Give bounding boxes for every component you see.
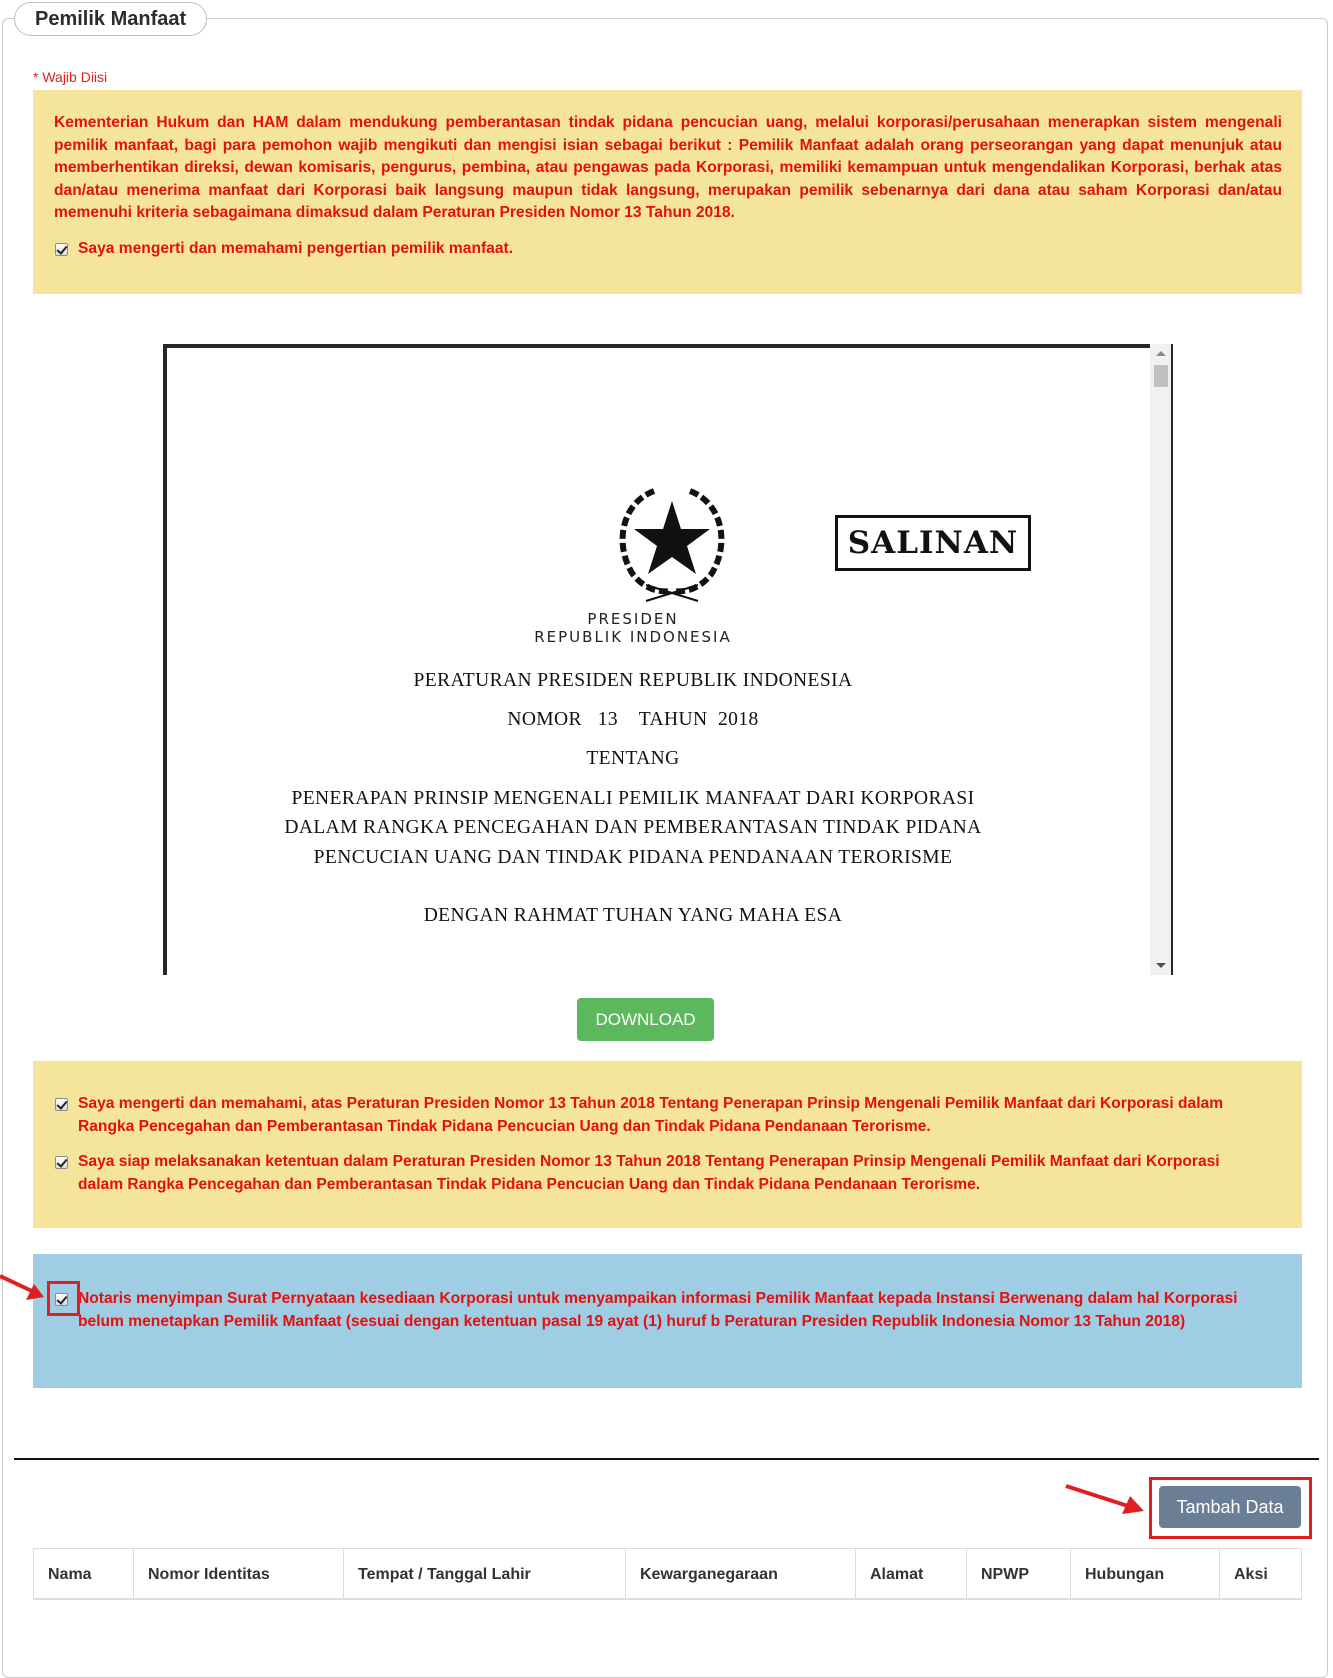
checkbox-arrow-icon <box>0 1274 44 1300</box>
doc-header: PRESIDEN REPUBLIK INDONESIA <box>167 610 1169 646</box>
doc-number: NOMOR 13 TAHUN 2018 <box>507 709 759 730</box>
column-header-npwp: NPWP <box>966 1549 1070 1598</box>
understand-definition-row[interactable]: Saya mengerti dan memahami pengertian pe… <box>54 238 1282 261</box>
ready-implement-checkbox[interactable] <box>55 1156 68 1170</box>
column-header-nomor-identitas: Nomor Identitas <box>133 1549 343 1598</box>
section-divider <box>14 1458 1319 1460</box>
doc-preamble: DENGAN RAHMAT TUHAN YANG MAHA ESA <box>423 905 843 926</box>
column-header-alamat: Alamat <box>855 1549 966 1598</box>
beneficial-owner-table: Nama Nomor Identitas Tempat / Tanggal La… <box>33 1548 1302 1600</box>
doc-subject-line-2: DALAM RANGKA PENCEGAHAN DAN PEMBERANTASA… <box>284 817 982 838</box>
pdf-viewer[interactable]: SALINAN PRESIDEN REPUBLIK INDONESIA PERA… <box>163 344 1173 975</box>
column-header-kewarganegaraan: Kewarganegaraan <box>625 1549 855 1598</box>
understand-regulation-label: Saya mengerti dan memahami, atas Peratur… <box>78 1095 1224 1135</box>
doc-header-line-2: REPUBLIK INDONESIA <box>534 628 732 646</box>
download-button[interactable]: DOWNLOAD <box>577 998 714 1041</box>
notice-regulation: Saya mengerti dan memahami, atas Peratur… <box>33 1061 1302 1228</box>
garuda-emblem-icon <box>619 488 725 602</box>
understand-definition-checkbox[interactable] <box>55 242 68 256</box>
scroll-down-icon[interactable] <box>1156 963 1166 968</box>
salinan-stamp: SALINAN <box>835 515 1031 571</box>
scroll-thumb[interactable] <box>1154 365 1168 387</box>
notice-notary: Notaris menyimpan Surat Pernyataan kesed… <box>33 1254 1302 1388</box>
doc-subject-line-3: PENCUCIAN UANG DAN TINDAK PIDANA PENDANA… <box>313 847 953 868</box>
notary-statement-label: Notaris menyimpan Surat Pernyataan kesed… <box>78 1290 1238 1330</box>
ready-implement-row[interactable]: Saya siap melaksanakan ketentuan dalam P… <box>54 1151 1242 1196</box>
required-note: * Wajib Diisi <box>33 69 108 85</box>
doc-subject-line-1: PENERAPAN PRINSIP MENGENALI PEMILIK MANF… <box>291 788 975 809</box>
checkbox-highlight-box <box>47 1281 80 1316</box>
doc-header-line-1: PRESIDEN <box>587 610 679 628</box>
pdf-scrollbar[interactable] <box>1150 344 1171 975</box>
understand-regulation-checkbox[interactable] <box>55 1098 68 1111</box>
scroll-up-icon[interactable] <box>1156 351 1166 356</box>
notary-statement-row[interactable]: Notaris menyimpan Surat Pernyataan kesed… <box>54 1288 1242 1333</box>
doc-title: PERATURAN PRESIDEN REPUBLIK INDONESIA <box>413 670 853 691</box>
column-header-aksi: Aksi <box>1219 1549 1302 1598</box>
section-title: Pemilik Manfaat <box>14 2 208 36</box>
column-header-tempat-tanggal-lahir: Tempat / Tanggal Lahir <box>343 1549 625 1598</box>
ready-implement-label: Saya siap melaksanakan ketentuan dalam P… <box>78 1153 1220 1193</box>
understand-definition-label: Saya mengerti dan memahami pengertian pe… <box>78 239 514 257</box>
add-data-button[interactable]: Tambah Data <box>1159 1486 1301 1528</box>
column-header-hubungan: Hubungan <box>1070 1549 1219 1598</box>
notice-definition-text: Kementerian Hukum dan HAM dalam mendukun… <box>54 114 1282 222</box>
column-header-nama: Nama <box>33 1549 133 1598</box>
understand-regulation-row[interactable]: Saya mengerti dan memahami, atas Peratur… <box>54 1093 1242 1138</box>
notice-definition: Kementerian Hukum dan HAM dalam mendukun… <box>33 90 1302 294</box>
add-button-arrow-icon <box>1065 1484 1144 1514</box>
doc-tentang: TENTANG <box>586 748 680 769</box>
